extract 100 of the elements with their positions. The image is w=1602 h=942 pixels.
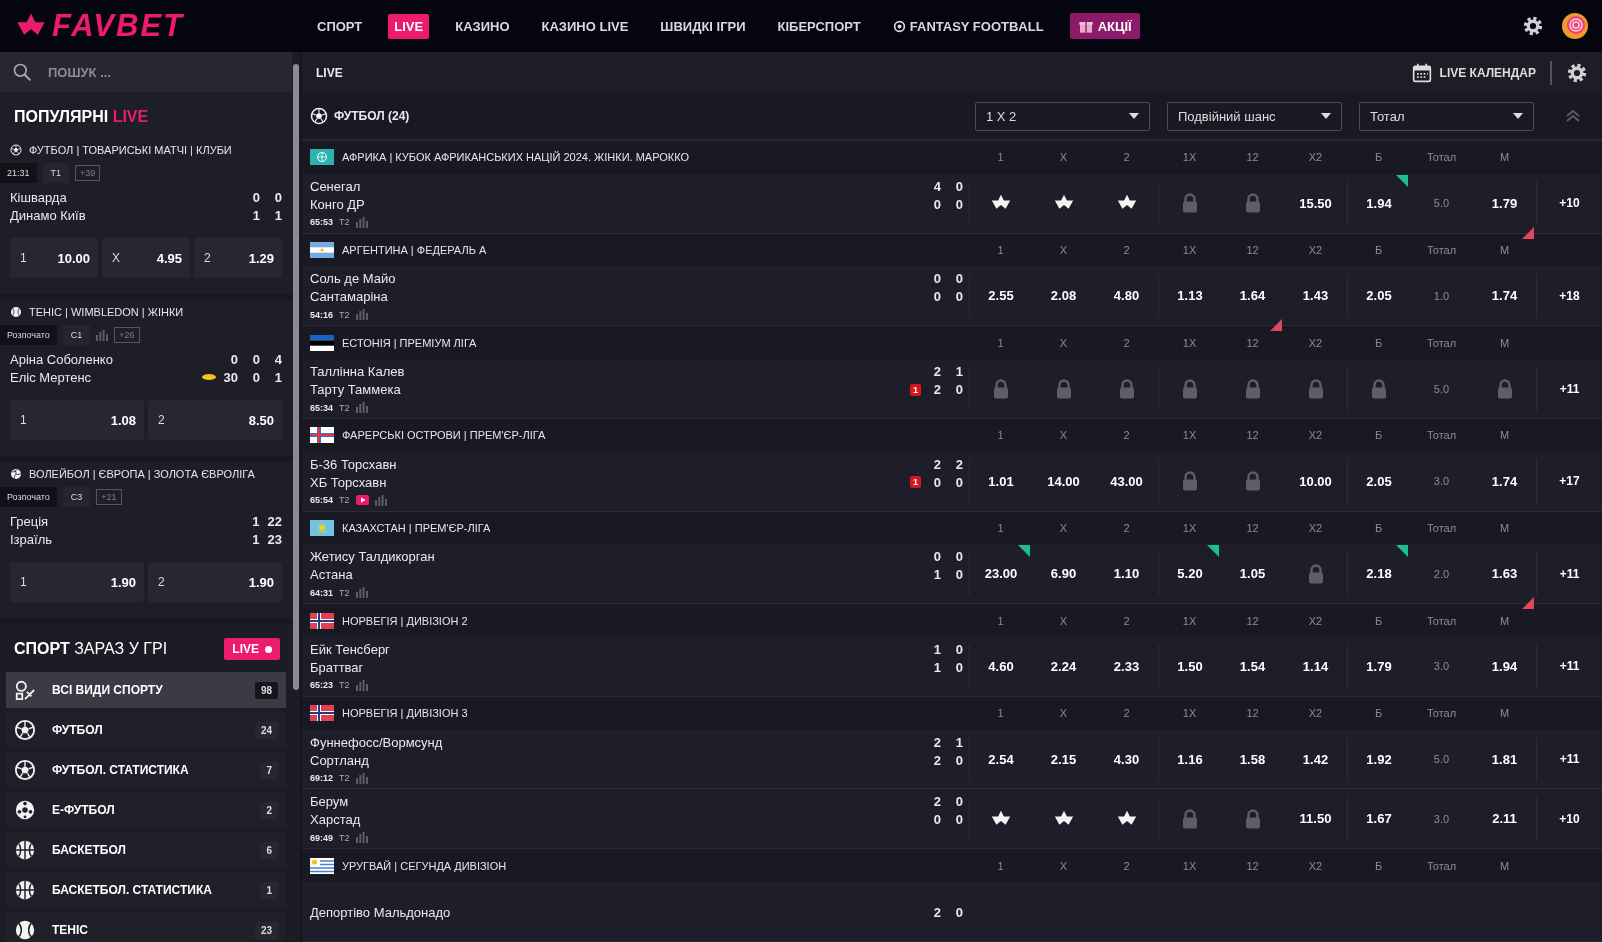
team-name[interactable]: Браттваг [310,659,927,675]
odds-button[interactable]: 4.30 [1111,745,1142,773]
scrollbar-thumb[interactable] [293,64,299,690]
nav-tab[interactable]: КАЗИНО LIVE [535,13,635,39]
live-badge[interactable]: LIVE [224,638,280,660]
more-markets-button[interactable]: +10 [1553,805,1586,832]
team-name[interactable]: Харстад [310,812,927,828]
odds-button[interactable]: 1.81 [1489,745,1520,773]
odds-button[interactable]: 1 10.00 [10,238,98,278]
odds-button[interactable]: 1.10 [1111,560,1142,588]
odds-button[interactable]: 1.92 [1364,745,1394,773]
event-title[interactable]: ФУТБОЛ | ТОВАРИСЬКІ МАТЧІ | КЛУБИ [29,144,232,156]
odds-button[interactable]: 2.08 [1048,282,1079,310]
search-bar[interactable]: ПОШУК ... [0,52,292,92]
play-icon[interactable] [355,495,369,506]
odds-button[interactable]: 1.05 [1237,560,1268,588]
odds-button[interactable]: 1.64 [1237,282,1268,310]
odds-button[interactable]: 1.54 [1237,652,1268,680]
sport-list-item[interactable]: БАСКЕТБОЛ. СТАТИСТИКА 1 [6,872,286,908]
double-chevron-icon[interactable] [1566,110,1580,122]
nav-tab[interactable]: КАЗИНО [449,13,516,39]
odds-button[interactable]: 1.13 [1175,282,1205,310]
event-title[interactable]: ВОЛЕЙБОЛ | ЄВРОПА | ЗОЛОТА ЄВРОЛІГА [29,468,255,480]
more-markets-button[interactable]: +18 [1553,282,1586,309]
nav-tab[interactable]: ШВИДКІ ІГРИ [654,13,752,39]
odds-button[interactable]: 1 1.08 [10,400,144,440]
sport-list-item[interactable]: ФУТБОЛ. СТАТИСТИКА 7 [6,752,286,788]
odds-button[interactable]: 2.18 [1364,560,1394,588]
more-markets-button[interactable]: +11 [1553,653,1586,680]
odds-button[interactable]: 11.50 [1297,805,1334,833]
odds-button[interactable]: 14.00 [1045,467,1082,495]
more-markets-button[interactable]: +26 [114,327,140,343]
odds-button[interactable]: 1.58 [1237,745,1268,773]
sport-list-item[interactable]: БАСКЕТБОЛ 6 [6,832,286,868]
odds-button[interactable]: 2.05 [1364,467,1394,495]
more-markets-button[interactable]: +11 [1553,560,1586,587]
team-name[interactable]: Ейк Тенсберг [310,641,927,657]
league-title[interactable]: НОРВЕГІЯ | ДИВІЗІОН 3 [342,707,468,720]
team-name[interactable]: Сантамаріна [310,289,927,305]
league-title[interactable]: УРУГВАЙ | СЕГУНДА ДИВІЗІОН [342,859,507,872]
more-markets-button[interactable]: +11 [1553,746,1586,773]
team-name[interactable]: Таллінна Калев [310,364,927,379]
sport-list-item[interactable]: ВСІ ВИДИ СПОРТУ 98 [6,672,286,708]
brand-name[interactable]: FAVBET [52,8,184,44]
odds-button[interactable]: 5.20 [1175,560,1205,588]
odds-button[interactable]: 43.00 [1108,467,1145,495]
team-name[interactable]: Тарту Таммека [310,382,910,397]
odds-button[interactable]: 1.01 [986,467,1016,495]
odds-button[interactable]: 2 8.50 [148,400,282,440]
odds-button[interactable]: 4.60 [986,652,1016,680]
odds-button[interactable]: 1.42 [1300,745,1331,773]
market-dropdown[interactable]: Подвійний шанс [1167,101,1342,131]
odds-button[interactable]: 2.11 [1490,805,1519,833]
search-field[interactable]: ПОШУК ... [46,63,246,81]
more-markets-button[interactable]: +11 [1553,375,1586,402]
nav-tab[interactable]: LIVE [388,13,430,39]
odds-button[interactable]: 1.50 [1175,652,1205,680]
team-name[interactable]: Депортіво Мальдонадо [310,905,927,921]
more-markets-button[interactable]: +17 [1553,468,1586,495]
odds-button[interactable]: 1.74 [1489,282,1520,310]
odds-button[interactable]: 1.74 [1489,467,1520,495]
nav-tab[interactable]: АКЦІЇ [1069,13,1140,39]
odds-button[interactable]: 2 1.29 [194,238,282,278]
sport-list-item[interactable]: Е-ФУТБОЛ 2 [6,792,286,828]
team-name[interactable]: Астана [310,567,927,583]
more-markets-button[interactable]: +39 [75,165,101,181]
odds-button[interactable]: 2.24 [1048,652,1079,680]
team-name[interactable]: Фуннефосс/Вормсунд [310,734,927,750]
event-title[interactable]: ТЕНІС | WIMBLEDON | ЖІНКИ [29,306,184,318]
odds-button[interactable]: 1 1.90 [10,562,144,602]
odds-button[interactable]: 23.00 [982,560,1020,588]
odds-button[interactable]: 15.50 [1297,189,1334,217]
team-name[interactable]: Жетису Талдикорган [310,549,927,565]
odds-button[interactable]: 2.54 [986,745,1016,773]
team-name[interactable]: Сенегал [310,178,927,194]
odds-button[interactable]: 4.80 [1111,282,1142,310]
league-title[interactable]: КАЗАХСТАН | ПРЕМ'ЄР-ЛІГА [342,521,491,534]
market-dropdown[interactable]: 1 X 2 [975,101,1150,131]
league-title[interactable]: ФАРЕРСЬКІ ОСТРОВИ | ПРЕМ'ЄР-ЛІГА [342,429,546,442]
avatar-icon[interactable] [1562,13,1588,39]
odds-button[interactable]: 1.79 [1364,652,1394,680]
team-name[interactable]: ХБ Торсхавн [310,474,910,490]
odds-button[interactable]: 1.43 [1300,282,1331,310]
nav-tab[interactable]: СПОРТ [311,13,369,39]
odds-button[interactable]: 10.00 [1297,467,1334,495]
team-name[interactable]: Сортланд [310,752,927,768]
calendar-link[interactable]: LIVE КАЛЕНДАР [1411,60,1552,85]
settings-icon[interactable] [1566,61,1588,84]
league-title[interactable]: АРГЕНТИНА | ФЕДЕРАЛЬ А [342,244,487,257]
more-markets-button[interactable]: +21 [96,489,122,505]
odds-button[interactable]: 1.63 [1489,560,1520,588]
league-title[interactable]: АФРИКА | КУБОК АФРИКАНСЬКИХ НАЦІЙ 2024. ЖІНКИ. МАРОККО [342,151,690,164]
odds-button[interactable]: 2.15 [1048,745,1079,773]
sport-list-item[interactable]: ФУТБОЛ 24 [6,712,286,748]
team-name[interactable]: Б-36 Торсхавн [310,456,927,472]
odds-button[interactable]: X 4.95 [102,238,190,278]
odds-button[interactable]: 1.14 [1300,652,1331,680]
more-markets-button[interactable]: +10 [1553,190,1586,217]
odds-button[interactable]: 2 1.90 [148,562,282,602]
odds-button[interactable]: 1.94 [1489,652,1520,680]
